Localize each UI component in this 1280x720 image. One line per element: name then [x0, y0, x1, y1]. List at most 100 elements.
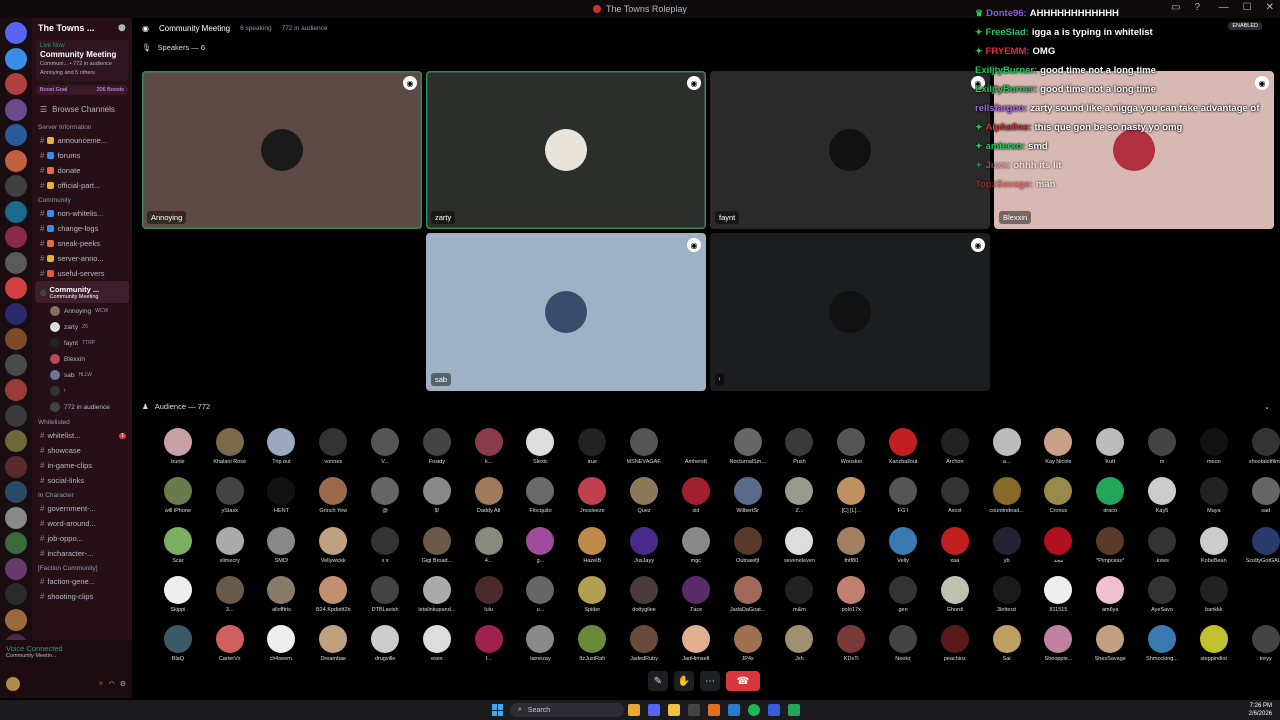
server-icon[interactable]: [5, 481, 27, 503]
audience-member[interactable]: J'ace: [670, 575, 722, 625]
audience-member[interactable]: [1240, 575, 1280, 625]
server-icon[interactable]: [5, 251, 27, 274]
channel-item[interactable]: # official-part...: [32, 178, 132, 193]
audience-member[interactable]: Maya: [1188, 477, 1240, 526]
audience-member[interactable]: mgc: [670, 526, 722, 576]
audience-member[interactable]: Ghordi: [929, 575, 981, 625]
audience-member[interactable]: Jnosleeze: [566, 477, 618, 526]
server-icon[interactable]: [5, 353, 27, 376]
audience-member[interactable]: Gigi Broad...: [411, 526, 463, 576]
speaker-tile[interactable]: ᶦ ◉: [710, 233, 990, 391]
audience-member[interactable]: ScottyGotGAL...: [1240, 526, 1280, 576]
audience-member[interactable]: steppindior: [1188, 625, 1240, 674]
audience-member[interactable]: lamezay: [515, 625, 567, 674]
audience-member[interactable]: shootalotfilms: [1240, 428, 1280, 477]
server-icon[interactable]: [5, 379, 27, 401]
server-icon[interactable]: [5, 277, 27, 299]
voice-user[interactable]: Annoying WCW: [32, 303, 132, 319]
channel-item[interactable]: # in-game-clips: [32, 458, 132, 473]
audience-member[interactable]: drugville: [359, 625, 411, 674]
server-icon[interactable]: [5, 98, 27, 121]
server-icon[interactable]: [5, 47, 27, 70]
voice-user[interactable]: sab HLLW: [32, 367, 132, 383]
audience-member[interactable]: k...: [463, 428, 515, 477]
audience-member[interactable]: ItzJustRah: [566, 625, 618, 674]
audience-member[interactable]: f...: [463, 625, 515, 674]
audience-member[interactable]: B24.Kpdoitt2b: [307, 575, 359, 625]
audience-member[interactable]: Dreambae: [307, 625, 359, 674]
add-friend-icon[interactable]: ⚉: [118, 23, 126, 34]
audience-member[interactable]: *Pimpcess*: [1084, 526, 1136, 576]
audience-member[interactable]: 3letterzi: [981, 575, 1033, 625]
speaker-tile[interactable]: Annoying ◉: [142, 71, 422, 229]
audience-member[interactable]: letalinkupand...: [411, 575, 463, 625]
channel-item[interactable]: # useful-servers: [32, 266, 132, 281]
tile-options-icon[interactable]: ◉: [687, 238, 701, 252]
audience-member[interactable]: DTBLavish: [359, 575, 411, 625]
speaker-tile[interactable]: zarty ◉: [426, 71, 706, 229]
audience-member[interactable]: am6ya: [1084, 575, 1136, 625]
audience-member[interactable]: m&m: [774, 575, 826, 625]
raise-hand-button[interactable]: ✋: [674, 671, 694, 691]
channel-item[interactable]: # server-anno...: [32, 251, 132, 266]
chrome-app-icon[interactable]: [628, 704, 640, 716]
channel-item[interactable]: # government-...: [32, 501, 132, 516]
audience-member[interactable]: Scar: [152, 526, 204, 576]
audience-member[interactable]: Velly: [877, 526, 929, 576]
mic-muted-icon[interactable]: ✕: [98, 680, 104, 688]
audience-member[interactable]: bankkk: [1188, 575, 1240, 625]
audience-member[interactable]: AyeSavo: [1136, 575, 1188, 625]
channel-item[interactable]: # shooting-clips: [32, 589, 132, 604]
channel-item[interactable]: # social-links: [32, 473, 132, 488]
audience-member[interactable]: u...: [515, 575, 567, 625]
category-header[interactable]: [Faction Community]: [32, 561, 132, 574]
audience-member[interactable]: a...: [981, 428, 1033, 477]
audience-member[interactable]: esex: [411, 625, 463, 674]
channel-item[interactable]: # whitelist... 1: [32, 428, 132, 443]
channel-item[interactable]: # job-oppo...: [32, 531, 132, 546]
server-icon[interactable]: [5, 124, 27, 146]
app-icon-3[interactable]: [728, 704, 740, 716]
active-stage-channel[interactable]: ◎ Community ... Community Meeting: [35, 281, 129, 303]
audience-member[interactable]: 811515: [1033, 575, 1085, 625]
server-icon[interactable]: [5, 328, 27, 350]
boost-goal-bar[interactable]: Boost Goal 206 Boosts: [36, 85, 128, 95]
audience-member[interactable]: Grinch Yew: [307, 477, 359, 526]
audience-member[interactable]: countindead...: [981, 477, 1033, 526]
audience-member[interactable]: $!: [411, 477, 463, 526]
tile-options-icon[interactable]: ◉: [687, 76, 701, 90]
server-icon[interactable]: [5, 149, 27, 172]
audience-member[interactable]: Kay5: [1136, 477, 1188, 526]
audience-member[interactable]: Wooskei: [825, 428, 877, 477]
audience-member[interactable]: Daddy Alt: [463, 477, 515, 526]
audience-member[interactable]: JusJayy: [618, 526, 670, 576]
audience-member[interactable]: Outnawfjt: [722, 526, 774, 576]
headset-icon[interactable]: ◠: [109, 680, 115, 688]
audience-member[interactable]: slimecry: [204, 526, 256, 576]
category-header[interactable]: Community: [32, 193, 132, 206]
audience-member[interactable]: CarterVx: [204, 625, 256, 674]
server-header[interactable]: The Towns ... ⚉: [32, 18, 132, 38]
audience-member[interactable]: Sai: [981, 625, 1033, 674]
audience-member[interactable]: sad: [1240, 477, 1280, 526]
audience-member[interactable]: Z...: [774, 477, 826, 526]
audience-member[interactable]: Flocquito: [515, 477, 567, 526]
audience-member[interactable]: Xanzballout: [877, 428, 929, 477]
audience-member[interactable]: Khalani Rose: [204, 428, 256, 477]
audience-member[interactable]: Fosidy: [411, 428, 463, 477]
file-explorer-icon[interactable]: [668, 704, 680, 716]
spotify-app-icon[interactable]: [748, 704, 760, 716]
server-icon[interactable]: [5, 404, 27, 427]
audience-member[interactable]: @: [359, 477, 411, 526]
server-icon[interactable]: [5, 430, 27, 452]
system-clock[interactable]: 7:26 PM 2/6/2026: [1249, 702, 1272, 718]
user-avatar[interactable]: [6, 677, 20, 691]
category-header[interactable]: In Character: [32, 488, 132, 501]
audience-member[interactable]: Archon: [929, 428, 981, 477]
server-icon[interactable]: [5, 506, 27, 529]
audience-member[interactable]: Skippi: [152, 575, 204, 625]
audience-member[interactable]: JadaDaGoat...: [722, 575, 774, 625]
audience-member[interactable]: Cronus: [1033, 477, 1085, 526]
server-icon[interactable]: [5, 583, 27, 605]
audience-member[interactable]: HazelB: [566, 526, 618, 576]
